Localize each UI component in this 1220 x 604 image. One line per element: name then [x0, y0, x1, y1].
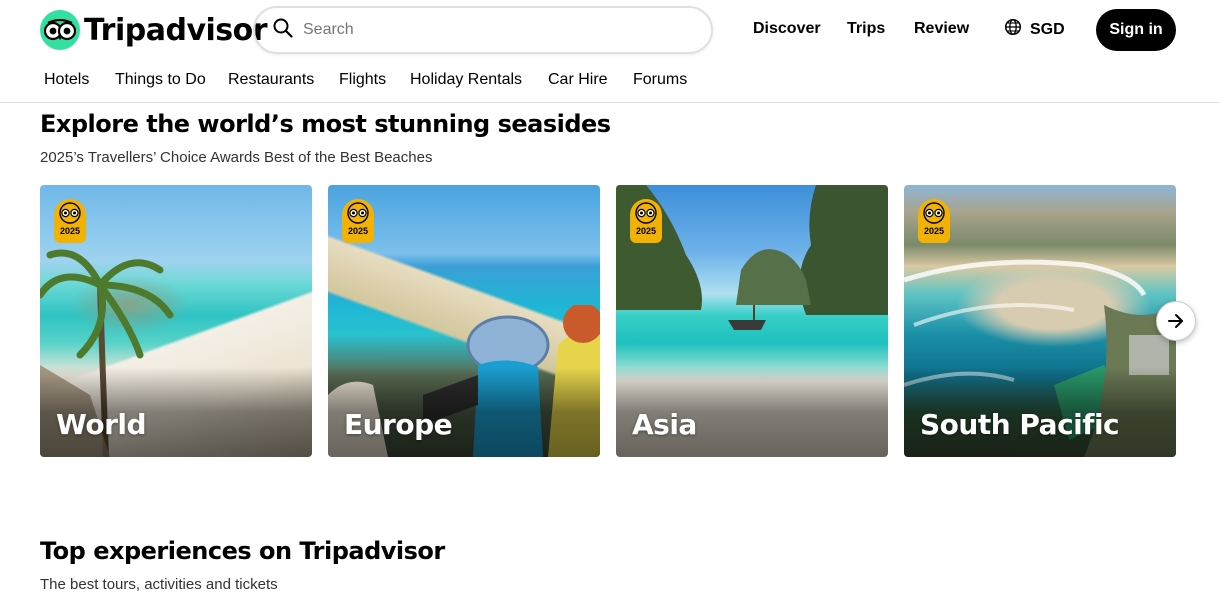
globe-icon — [1004, 18, 1022, 41]
search-icon — [273, 18, 293, 43]
site-header: Tripadvisor Discover Trips Review SGD Si… — [0, 0, 1220, 103]
badge-year: 2025 — [635, 226, 657, 236]
owl-icon — [635, 202, 657, 224]
category-hotels[interactable]: Hotels — [44, 71, 89, 89]
category-flights[interactable]: Flights — [339, 71, 386, 89]
nav-discover[interactable]: Discover — [753, 20, 821, 38]
card-label: Europe — [344, 408, 453, 441]
travellers-choice-badge: 2025 — [54, 199, 86, 243]
category-car-hire[interactable]: Car Hire — [548, 71, 608, 89]
badge-year: 2025 — [923, 226, 945, 236]
brand-name: Tripadvisor — [84, 12, 268, 48]
category-forums[interactable]: Forums — [633, 71, 687, 89]
owl-icon — [347, 202, 369, 224]
badge-year: 2025 — [59, 226, 81, 236]
currency-selector[interactable]: SGD — [1004, 18, 1065, 41]
currency-label: SGD — [1030, 20, 1065, 38]
beach-card-europe[interactable]: 2025 Europe — [328, 185, 600, 457]
travellers-choice-badge: 2025 — [342, 199, 374, 243]
beach-card-asia[interactable]: 2025 Asia — [616, 185, 888, 457]
beach-card-world[interactable]: 2025 World — [40, 185, 312, 457]
search-input[interactable] — [303, 21, 683, 39]
experiences-subtitle: The best tours, activities and tickets — [40, 576, 278, 593]
card-label: Asia — [632, 408, 697, 441]
nav-trips[interactable]: Trips — [847, 20, 885, 38]
category-holiday-rentals[interactable]: Holiday Rentals — [410, 71, 522, 89]
travellers-choice-badge: 2025 — [630, 199, 662, 243]
tripadvisor-logo[interactable]: Tripadvisor — [40, 10, 268, 50]
card-label: South Pacific — [920, 408, 1120, 441]
owl-icon — [59, 202, 81, 224]
category-things-to-do[interactable]: Things to Do — [115, 71, 206, 89]
arrow-right-icon — [1168, 314, 1183, 328]
section-title: Explore the world’s most stunning seasid… — [40, 110, 611, 138]
sign-in-button[interactable]: Sign in — [1096, 9, 1176, 51]
carousel-next-button[interactable] — [1156, 301, 1196, 341]
experiences-title: Top experiences on Tripadvisor — [40, 537, 445, 565]
travellers-choice-badge: 2025 — [918, 199, 950, 243]
owl-logo-icon — [40, 10, 80, 50]
badge-year: 2025 — [347, 226, 369, 236]
owl-icon — [923, 202, 945, 224]
search-bar[interactable] — [253, 6, 713, 54]
section-subtitle: 2025’s Travellers’ Choice Awards Best of… — [40, 149, 433, 166]
nav-review[interactable]: Review — [914, 20, 969, 38]
beach-card-south-pacific[interactable]: 2025 South Pacific — [904, 185, 1176, 457]
category-restaurants[interactable]: Restaurants — [228, 71, 314, 89]
card-label: World — [56, 408, 147, 441]
